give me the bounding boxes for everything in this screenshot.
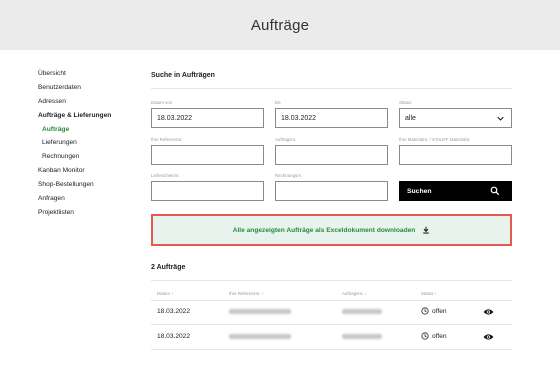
sidebar-item-anfragen[interactable]: Anfragen xyxy=(38,192,148,206)
sidebar-item-kanban-monitor[interactable]: Kanban Monitor xyxy=(38,164,148,178)
clock-icon xyxy=(421,332,429,340)
row-auftragsnr-redacted xyxy=(342,334,382,339)
page-header: Aufträge xyxy=(0,0,560,50)
download-icon xyxy=(423,226,430,234)
bis-input[interactable]: 18.03.2022 xyxy=(275,108,388,128)
sidebar-item-shop-bestellungen[interactable]: Shop-Bestellungen xyxy=(38,178,148,192)
view-eye-icon[interactable] xyxy=(483,308,494,316)
chevron-down-icon xyxy=(497,116,504,121)
datum-von-label: Datum von xyxy=(151,100,173,105)
lieferscheinnr-input[interactable] xyxy=(151,181,264,201)
view-eye-icon[interactable] xyxy=(483,333,494,341)
row-status: offen xyxy=(421,307,447,315)
download-excel-button[interactable]: Alle angezeigten Aufträge als Exceldokum… xyxy=(151,214,512,246)
download-excel-label: Alle angezeigten Aufträge als Exceldokum… xyxy=(232,226,416,234)
column-header-referenz[interactable]: Ihre Referenznr. ↑ xyxy=(229,291,264,296)
sidebar: Übersicht Benutzerdaten Adressen Aufträg… xyxy=(38,67,148,220)
materialnr-input[interactable] xyxy=(399,145,512,165)
row-datum: 18.03.2022 xyxy=(157,333,191,340)
row-referenz-redacted xyxy=(229,334,291,339)
row-status: offen xyxy=(421,332,447,340)
sidebar-item-rechnungen[interactable]: Rechnungen xyxy=(38,150,148,164)
sidebar-item-projektlisten[interactable]: Projektlisten xyxy=(38,206,148,220)
rechnungsnr-label: Rechnungsnr. xyxy=(275,173,303,178)
materialnr-label: Ihre Materialnr. / STAUFF Materialnr. xyxy=(399,137,471,142)
sidebar-item-auftraege-lieferungen[interactable]: Aufträge & Lieferungen xyxy=(38,109,148,123)
divider xyxy=(151,324,512,325)
divider xyxy=(151,349,512,350)
lieferscheinnr-label: Lieferscheinnr. xyxy=(151,173,180,178)
sidebar-item-lieferungen[interactable]: Lieferungen xyxy=(38,136,148,150)
sidebar-item-auftraege[interactable]: Aufträge xyxy=(38,123,148,137)
status-label: Status xyxy=(399,100,412,105)
rechnungsnr-input[interactable] xyxy=(275,181,388,201)
clock-icon xyxy=(421,307,429,315)
divider xyxy=(151,88,512,89)
row-auftragsnr-redacted xyxy=(342,309,382,314)
row-datum: 18.03.2022 xyxy=(157,308,191,315)
referenz-label: Ihre Referenznr. xyxy=(151,137,183,142)
sidebar-item-uebersicht[interactable]: Übersicht xyxy=(38,67,148,81)
referenz-input[interactable] xyxy=(151,145,264,165)
status-select-value: alle xyxy=(405,114,416,122)
auftragsnr-label: Auftragsnr. xyxy=(275,137,297,142)
column-header-auftragsnr[interactable]: Auftragsnr. ↓ xyxy=(342,291,367,296)
search-button-label: Suchen xyxy=(407,187,432,195)
sidebar-item-adressen[interactable]: Adressen xyxy=(38,95,148,109)
divider xyxy=(151,280,512,281)
row-status-label: offen xyxy=(432,332,447,340)
row-status-label: offen xyxy=(432,307,447,315)
column-header-status[interactable]: Status ↑ xyxy=(421,291,437,296)
divider xyxy=(151,300,512,301)
search-button[interactable]: Suchen xyxy=(399,181,512,201)
status-select[interactable]: alle xyxy=(399,108,512,128)
sidebar-item-benutzerdaten[interactable]: Benutzerdaten xyxy=(38,81,148,95)
auftragsnr-input[interactable] xyxy=(275,145,388,165)
search-section-title: Suche in Aufträgen xyxy=(151,72,215,79)
search-icon xyxy=(490,186,500,196)
results-title: 2 Aufträge xyxy=(151,264,186,271)
datum-von-input[interactable]: 18.03.2022 xyxy=(151,108,264,128)
bis-label: bis xyxy=(275,100,281,105)
row-referenz-redacted xyxy=(229,309,291,314)
page-title: Aufträge xyxy=(250,16,310,34)
column-header-datum[interactable]: Datum ↑ xyxy=(157,291,173,296)
